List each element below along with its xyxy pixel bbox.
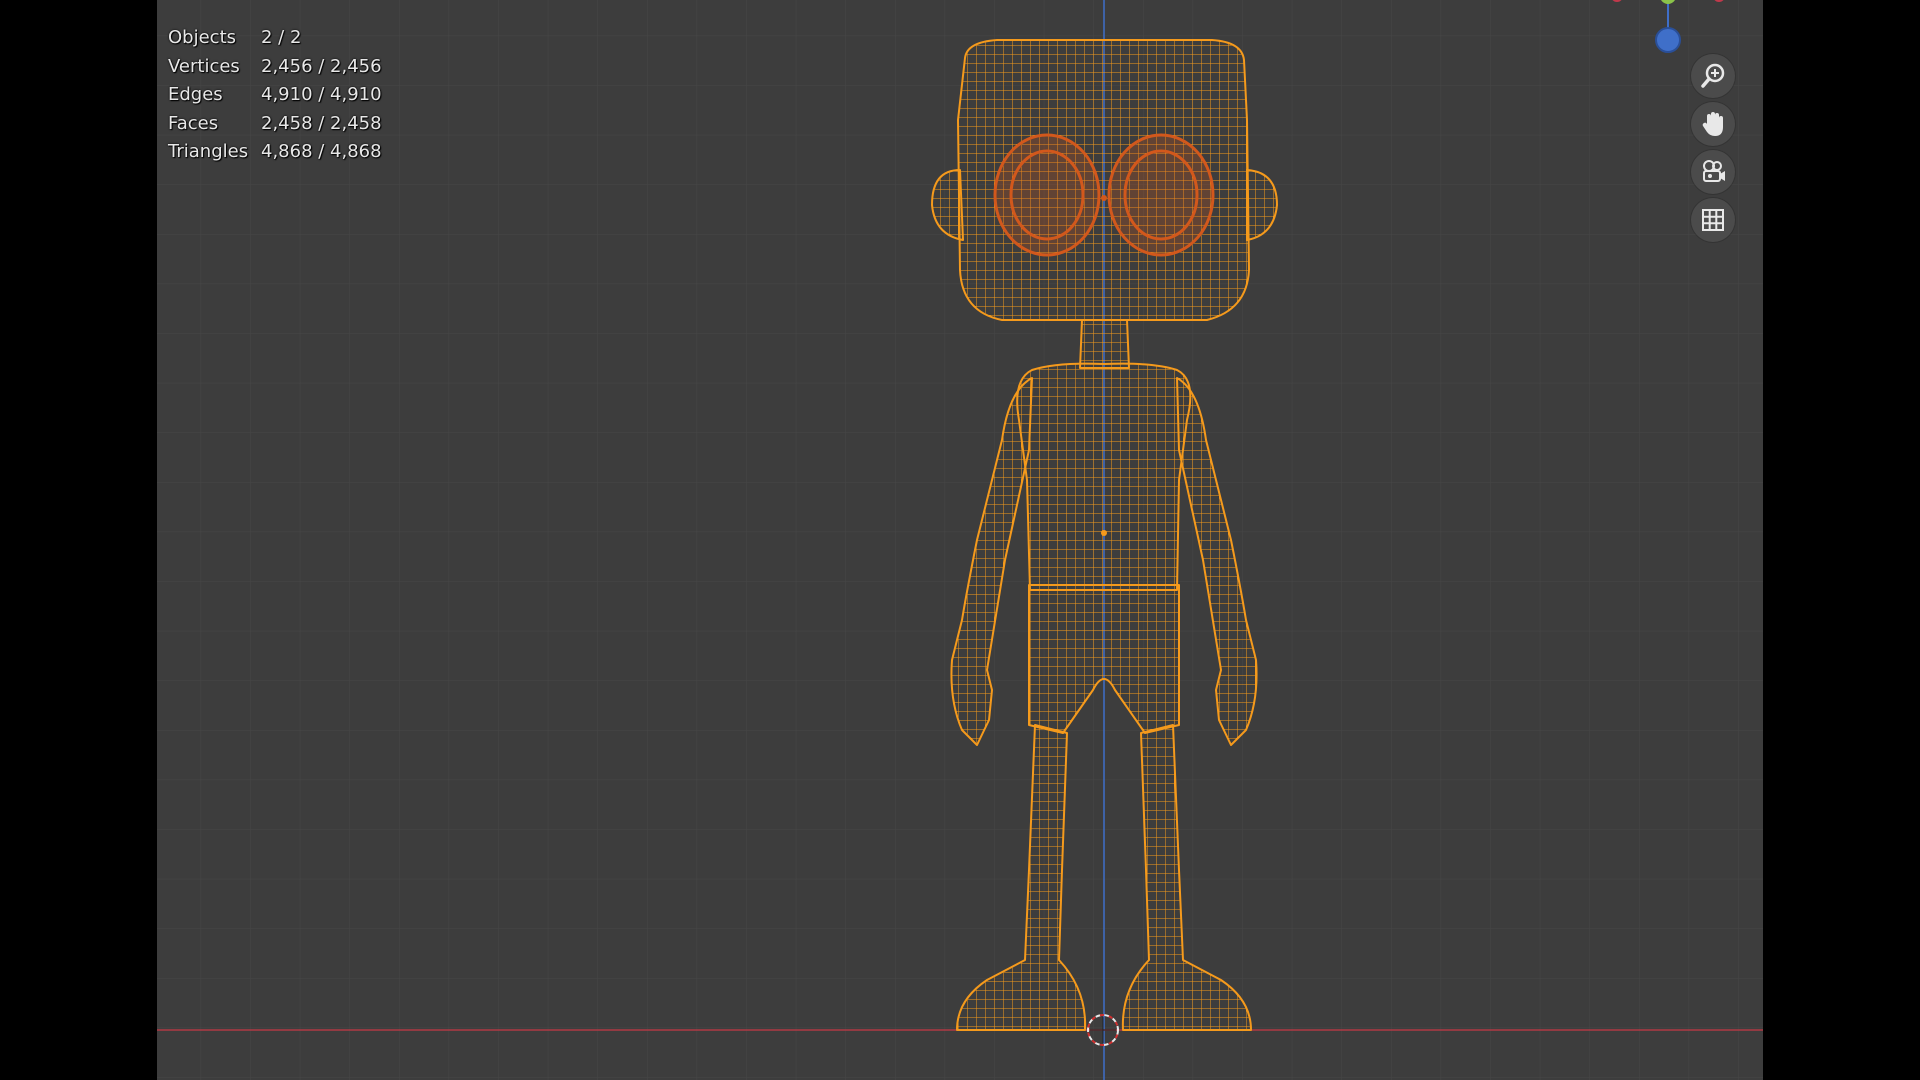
viewport-statistics: Objects 2 / 2 Vertices 2,456 / 2,456 Edg…	[168, 24, 382, 167]
zoom-in-icon	[1701, 63, 1725, 88]
character-torso	[1016, 362, 1192, 591]
stat-row-objects: Objects 2 / 2	[168, 24, 382, 53]
camera-view-button[interactable]	[1691, 150, 1735, 194]
grid-icon	[1702, 209, 1724, 231]
stat-label: Faces	[168, 112, 219, 134]
hand-icon	[1702, 112, 1723, 136]
stat-label: Triangles	[168, 141, 249, 162]
3d-cursor[interactable]	[1087, 1014, 1119, 1046]
stat-row-edges: Edges 4,910 / 4,910	[168, 81, 382, 110]
character-neck	[1079, 319, 1130, 369]
zoom-button[interactable]	[1691, 54, 1735, 98]
stat-label: Objects	[168, 27, 237, 48]
stat-value: 4,910 / 4,910	[261, 84, 382, 105]
object-origin-body	[1101, 530, 1107, 536]
gizmo-z-axis-handle[interactable]	[1655, 27, 1681, 53]
stat-row-triangles: Triangles 4,868 / 4,868	[168, 138, 382, 167]
stat-value: 2,456 / 2,456	[261, 55, 382, 77]
stat-row-vertices: Vertices 2,456 / 2,456	[168, 53, 382, 82]
viewport-canvas[interactable]	[157, 0, 1763, 1080]
stat-value: 4,868 / 4,868	[261, 141, 382, 162]
3d-viewport[interactable]: Objects 2 / 2 Vertices 2,456 / 2,456 Edg…	[157, 0, 1763, 1080]
ortho-toggle-button[interactable]	[1691, 198, 1735, 242]
stat-value: 2,458 / 2,458	[261, 112, 382, 134]
stat-value: 2 / 2	[261, 27, 302, 48]
pan-button[interactable]	[1691, 102, 1735, 146]
camera-icon	[1703, 160, 1725, 182]
stat-label: Edges	[168, 84, 223, 105]
stat-row-faces: Faces 2,458 / 2,458	[168, 110, 382, 139]
object-origin-eyes	[1101, 195, 1107, 201]
stat-label: Vertices	[168, 55, 240, 77]
